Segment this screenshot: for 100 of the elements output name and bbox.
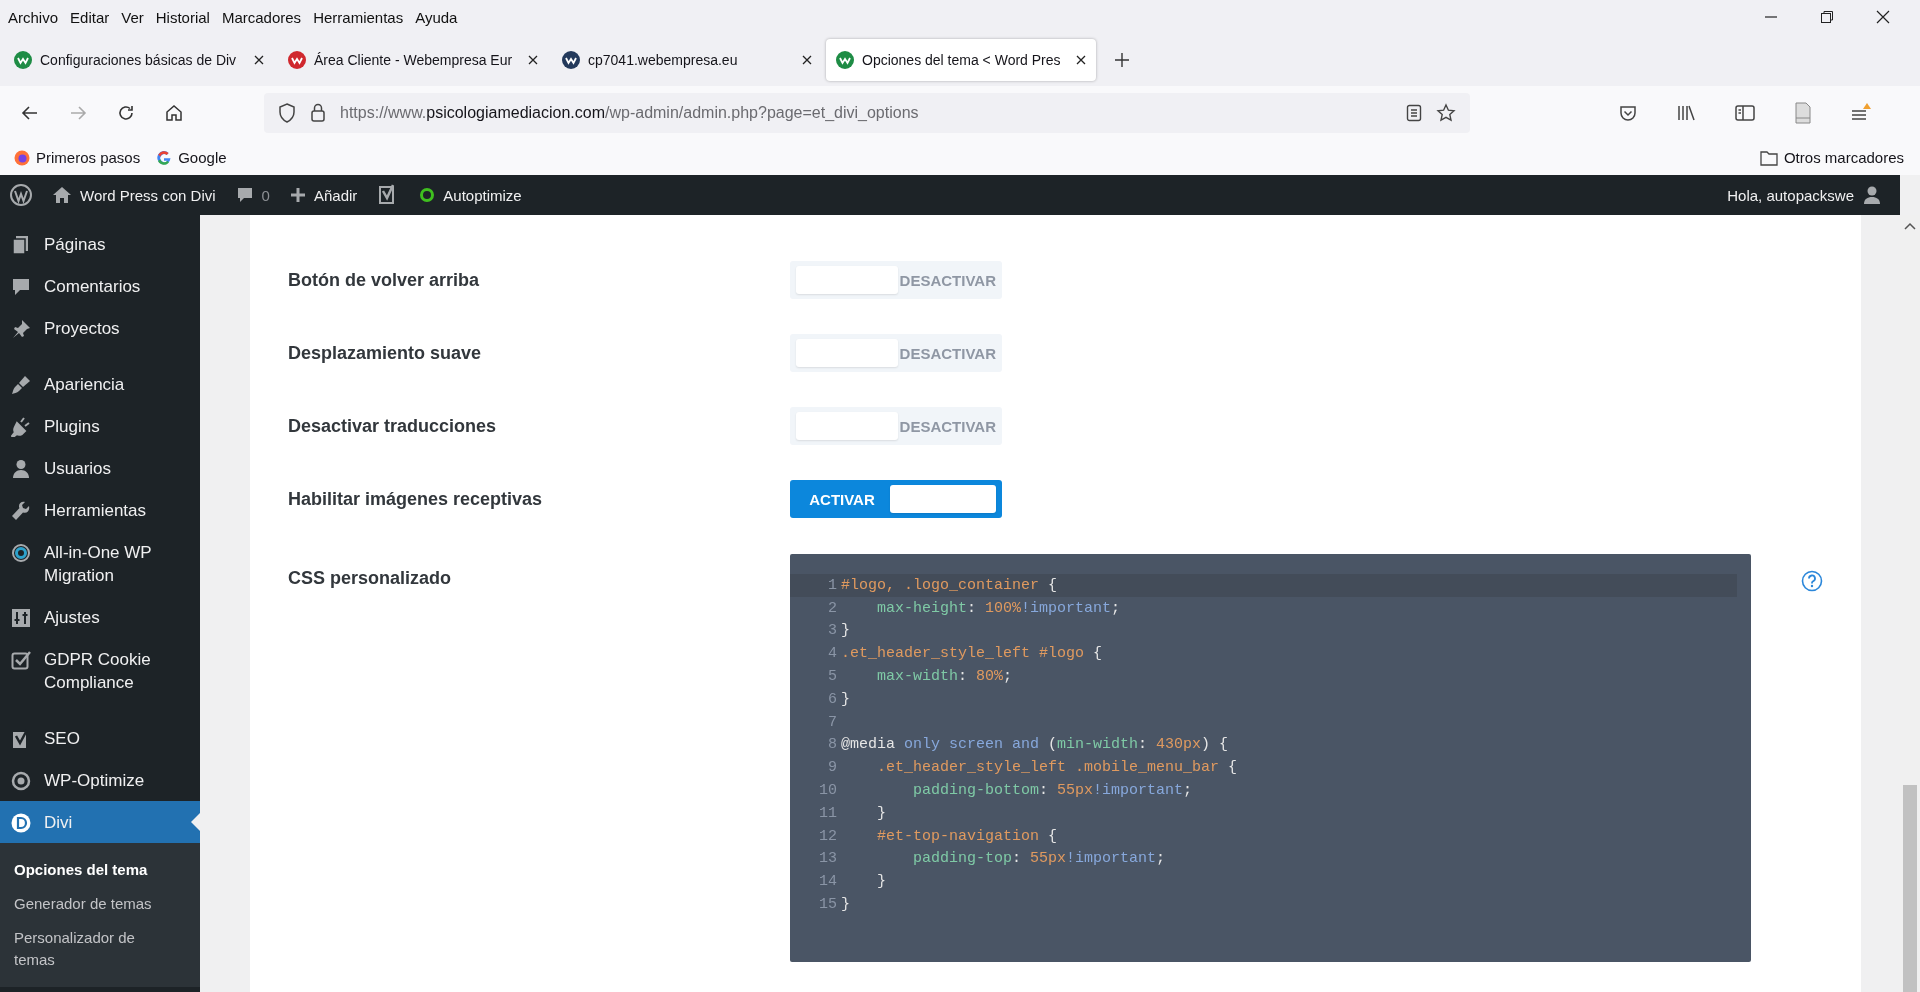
reader-view-icon[interactable]	[1406, 104, 1422, 122]
avatar-icon	[1862, 185, 1882, 205]
line-number: 6	[827, 690, 838, 708]
toggle-switch[interactable]: ACTIVAR	[790, 480, 1002, 518]
menu-item[interactable]: Herramientas	[313, 8, 404, 26]
close-icon[interactable]	[802, 55, 812, 65]
menu-item[interactable]: Ayuda	[415, 8, 458, 26]
brush-icon	[11, 374, 31, 395]
sidebar-item[interactable]: WP-Optimize	[0, 759, 200, 801]
wordpress-icon[interactable]	[10, 184, 32, 206]
comment-icon	[11, 276, 31, 297]
divi-icon	[11, 812, 31, 833]
code-line: }	[876, 804, 886, 822]
code-line: }	[876, 873, 886, 891]
sidebar-item[interactable]: Plugins	[0, 405, 200, 447]
line-number: 1	[827, 576, 838, 594]
site-link[interactable]: Word Press con Divi	[52, 186, 216, 204]
submenu-item[interactable]: Opciones del tema	[0, 853, 168, 887]
line-number: 14	[818, 873, 838, 891]
code-line: padding-top: 55px!important;	[912, 850, 1166, 868]
circular-arrows-icon	[11, 542, 31, 563]
account-link[interactable]: Hola, autopackswe	[1727, 185, 1882, 205]
sidebar-item[interactable]: All-in-One WP Migration	[0, 531, 200, 596]
sidebar-item[interactable]: GDPR Cookie Compliance	[0, 638, 200, 703]
submenu-item[interactable]: Personalizador de temas	[0, 921, 168, 977]
sidebar-item[interactable]: Ajustes	[0, 596, 200, 638]
sidebar-item[interactable]: SEO	[0, 717, 200, 759]
line-number: 7	[827, 713, 838, 731]
menu-item[interactable]: Ver	[121, 8, 144, 26]
restore-icon[interactable]	[1820, 10, 1834, 24]
close-icon[interactable]	[254, 55, 264, 65]
tab-title: Opciones del tema < Word Pres	[862, 52, 1062, 68]
browser-tab[interactable]: cp7041.webempresa.eu	[552, 39, 822, 81]
document-icon[interactable]	[1794, 102, 1812, 124]
bookmark-folder[interactable]: Otros marcadores	[1759, 149, 1904, 166]
checkbox-icon	[11, 649, 31, 670]
menu-item[interactable]: Editar	[70, 8, 110, 26]
line-number: 10	[818, 782, 838, 800]
sliders-icon	[11, 607, 31, 628]
code-line: #et-top-navigation {	[876, 827, 1058, 845]
submenu-item[interactable]: Generador de temas	[0, 887, 168, 921]
sidebar-item[interactable]: Usuarios	[0, 447, 200, 489]
shield-icon	[278, 103, 296, 123]
sidebar-icon[interactable]	[1734, 103, 1756, 123]
firefox-icon	[14, 149, 30, 166]
star-icon[interactable]	[1436, 103, 1456, 123]
menu-item[interactable]: Archivo	[8, 8, 59, 26]
line-number: 13	[818, 850, 838, 868]
browser-tab[interactable]: Configuraciones básicas de Div	[4, 39, 274, 81]
code-line: }	[841, 690, 850, 708]
pocket-icon[interactable]	[1618, 103, 1638, 123]
new-tab-icon[interactable]	[1114, 52, 1130, 68]
line-number: 5	[827, 668, 838, 686]
comment-icon	[235, 186, 254, 204]
comments-link[interactable]: 0	[235, 186, 270, 204]
sidebar-item[interactable]: Herramientas	[0, 489, 200, 531]
address-field[interactable]: https://www.psicologiamediacion.com/wp-admin/admin.php?page=et_divi_options	[264, 93, 1470, 133]
setting-label: Desplazamiento suave	[288, 342, 483, 364]
status-ring-icon	[419, 187, 436, 203]
plus-icon	[289, 187, 306, 203]
line-number: 9	[827, 759, 838, 777]
code-line: padding-bottom: 55px!important;	[912, 782, 1193, 800]
sidebar-item[interactable]: Proyectos	[0, 307, 200, 349]
code-line: }	[841, 622, 850, 640]
wrench-icon	[11, 500, 31, 521]
menu-item[interactable]: Historial	[155, 8, 210, 26]
sidebar-item[interactable]: Apariencia	[0, 363, 200, 405]
menu-item[interactable]: Marcadores	[221, 8, 302, 26]
sidebar-item[interactable]: Divi	[0, 801, 200, 843]
sidebar-item[interactable]: Comentarios	[0, 265, 200, 307]
line-number: 4	[827, 645, 838, 663]
tab-title: Configuraciones básicas de Div	[40, 52, 238, 68]
add-new-link[interactable]: Añadir	[289, 186, 358, 204]
bookmark-link[interactable]: Google	[156, 149, 227, 166]
close-icon[interactable]	[1076, 55, 1086, 65]
pin-icon	[11, 318, 31, 339]
code-line: #logo, .logo_container {	[841, 576, 1058, 594]
line-number: 8	[827, 736, 838, 754]
browser-tab[interactable]: Área Cliente - Webempresa Eur	[278, 39, 548, 81]
home-icon[interactable]	[164, 103, 184, 123]
code-line: max-height: 100%!important;	[876, 599, 1121, 617]
close-icon[interactable]	[528, 55, 538, 65]
autoptimize-link[interactable]: Autoptimize	[419, 186, 522, 204]
bookmark-link[interactable]: Primeros pasos	[14, 149, 141, 166]
line-number: 11	[818, 804, 838, 822]
code-line: .et_header_style_left #logo {	[841, 645, 1103, 663]
browser-tab[interactable]: Opciones del tema < Word Pres	[826, 39, 1096, 81]
line-number: 15	[818, 896, 838, 914]
tab-title: cp7041.webempresa.eu	[588, 52, 739, 68]
sidebar-item[interactable]: Páginas	[0, 223, 200, 265]
help-icon[interactable]	[1801, 570, 1823, 592]
line-number: 2	[827, 599, 838, 617]
code-line: }	[841, 896, 850, 914]
tab-title: Área Cliente - Webempresa Eur	[314, 52, 514, 68]
code-line: .et_header_style_left .mobile_menu_bar {	[876, 759, 1238, 777]
code-line: @media only screen and (min-width: 430px) {	[841, 736, 1229, 754]
url-text: https://www.psicologiamediacion.com/wp-admin/admin.php?page=et_divi_options	[340, 104, 919, 122]
library-icon[interactable]	[1676, 103, 1696, 123]
reload-icon[interactable]	[116, 103, 136, 123]
close-icon[interactable]	[1876, 10, 1890, 24]
